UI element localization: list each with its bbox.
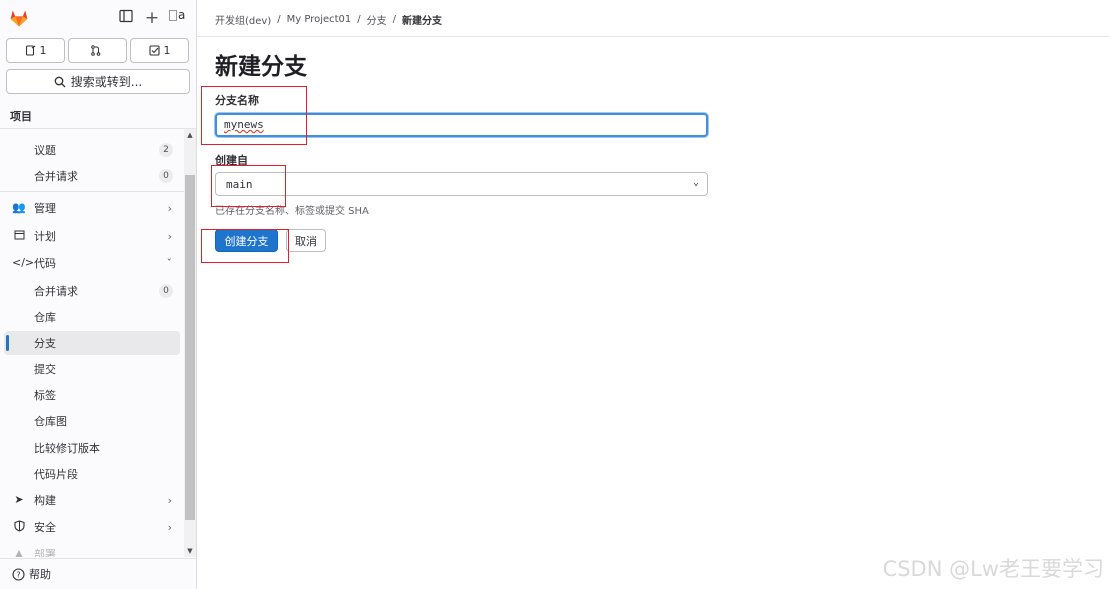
sidebar-item-deploy[interactable]: ▲ 部署 <box>4 542 180 557</box>
sidebar-scrollbar[interactable]: ▲ ▼ <box>184 129 196 557</box>
sidebar-nav[interactable]: 议题 2 合并请求 0 👥 管理 › 计划 › </> 代码 ˇ 合并请求 0 … <box>0 129 196 557</box>
sidebar-top-bar: + a <box>0 0 197 36</box>
chevron-down-icon: ⌄ <box>692 177 699 188</box>
scroll-up-arrow-icon[interactable]: ▲ <box>186 131 194 139</box>
header-divider <box>197 36 1109 37</box>
sidebar-item-build[interactable]: ➤ 构建 › <box>4 488 180 512</box>
search-button[interactable]: 搜索或转到... <box>6 69 190 94</box>
breadcrumb-branches-link[interactable]: 分支 <box>367 12 387 27</box>
scroll-down-arrow-icon[interactable]: ▼ <box>186 547 194 555</box>
breadcrumb-separator: / <box>277 14 281 25</box>
sidebar-toggle-icon[interactable] <box>117 9 135 27</box>
help-icon: ? <box>12 567 25 581</box>
sidebar-item-repository[interactable]: 仓库 <box>4 305 180 329</box>
sidebar-item-label: 提交 <box>34 363 56 376</box>
help-label: 帮助 <box>29 568 51 581</box>
todo-icon <box>148 45 160 56</box>
count-badge: 0 <box>159 169 173 183</box>
sidebar-item-branches[interactable]: 分支 <box>4 331 180 355</box>
sidebar-item-label: 标签 <box>34 389 56 402</box>
sidebar-item-snippets[interactable]: 代码片段 <box>4 462 180 486</box>
sidebar-item-label: 分支 <box>34 337 56 350</box>
chevron-right-icon: › <box>167 493 172 507</box>
calendar-icon <box>12 229 26 243</box>
breadcrumb-current[interactable]: 新建分支 <box>402 12 442 27</box>
gitlab-logo-icon[interactable] <box>9 8 29 28</box>
sidebar-item-code[interactable]: </> 代码 ˇ <box>4 251 180 275</box>
plus-icon[interactable]: + <box>143 9 161 27</box>
sidebar-item-label: 议题 <box>34 144 56 157</box>
scrollbar-thumb[interactable] <box>185 175 195 520</box>
annotation-box-branch-name <box>201 86 307 145</box>
sidebar-item-compare[interactable]: 比较修订版本 <box>4 436 180 460</box>
sidebar-item-label: 合并请求 <box>34 285 78 298</box>
annotation-box-create-button <box>201 229 289 263</box>
sidebar-item-merge-requests[interactable]: 合并请求 0 <box>4 164 180 188</box>
create-from-select[interactable]: main ⌄ <box>215 172 708 196</box>
count-badge: 2 <box>159 143 173 157</box>
breadcrumb-project-link[interactable]: My Project01 <box>287 14 352 25</box>
sidebar-item-label: 管理 <box>34 202 56 215</box>
sidebar-item-label: 合并请求 <box>34 170 78 183</box>
sidebar-item-label: 计划 <box>34 230 56 243</box>
avatar-alt-text: a <box>178 8 186 22</box>
sidebar-item-label: 仓库图 <box>34 415 67 428</box>
sidebar-item-label: 代码 <box>34 257 56 270</box>
sidebar-item-label: 安全 <box>34 521 56 534</box>
sidebar: + a 1 1 搜索或转到... 项目 议题 2 合并请求 0 👥 管理 › 计… <box>0 0 197 589</box>
sidebar-item-label: 代码片段 <box>34 468 78 481</box>
issues-count-button[interactable]: 1 <box>6 38 65 63</box>
rocket-icon: ➤ <box>14 493 24 506</box>
todos-count-button[interactable]: 1 <box>130 38 189 63</box>
sidebar-item-manage[interactable]: 👥 管理 › <box>4 196 180 220</box>
issues-icon <box>25 45 35 56</box>
sidebar-item-plan[interactable]: 计划 › <box>4 224 180 248</box>
search-icon <box>54 76 66 87</box>
chevron-right-icon: › <box>167 229 172 243</box>
breadcrumb-separator: / <box>357 14 361 25</box>
sidebar-item-code-merge-requests[interactable]: 合并请求 0 <box>4 279 180 303</box>
help-button[interactable]: ? 帮助 <box>0 558 196 589</box>
search-label: 搜索或转到... <box>70 75 143 89</box>
avatar[interactable]: a <box>169 8 185 22</box>
breadcrumb: 开发组(dev) / My Project01 / 分支 / 新建分支 <box>215 12 442 27</box>
chevron-down-icon: ˇ <box>166 256 173 270</box>
merge-requests-count-button[interactable] <box>68 38 127 63</box>
app: + a 1 1 搜索或转到... 项目 议题 2 合并请求 0 👥 管理 › 计… <box>0 0 1109 589</box>
sidebar-item-repository-graph[interactable]: 仓库图 <box>4 409 180 433</box>
breadcrumb-group-link[interactable]: 开发组(dev) <box>215 12 271 27</box>
sidebar-counts: 1 1 <box>6 38 189 63</box>
sidebar-item-issues[interactable]: 议题 2 <box>4 138 180 162</box>
todos-count: 1 <box>163 44 171 57</box>
nav-divider <box>0 191 196 192</box>
chevron-right-icon: › <box>167 201 172 215</box>
breadcrumb-separator: / <box>392 14 397 25</box>
count-badge: 0 <box>159 284 173 298</box>
issues-count: 1 <box>39 44 47 57</box>
users-icon: 👥 <box>12 201 26 214</box>
main-content: 开发组(dev) / My Project01 / 分支 / 新建分支 新建分支… <box>197 0 1109 589</box>
svg-text:?: ? <box>16 570 20 579</box>
page-title: 新建分支 <box>215 54 307 80</box>
sidebar-item-tags[interactable]: 标签 <box>4 383 180 407</box>
sidebar-item-secure[interactable]: 安全 › <box>4 515 180 539</box>
chevron-right-icon: › <box>167 520 172 534</box>
sidebar-item-label: 构建 <box>34 494 56 507</box>
annotation-box-create-from <box>211 165 286 207</box>
sidebar-item-label: 部署 <box>34 548 56 557</box>
code-icon: </> <box>12 256 35 269</box>
sidebar-item-label: 仓库 <box>34 311 56 324</box>
deploy-icon: ▲ <box>14 547 24 557</box>
watermark: CSDN @Lw老王要学习 <box>882 557 1104 581</box>
section-title-project: 项目 <box>10 110 32 123</box>
cancel-button[interactable]: 取消 <box>286 229 326 252</box>
sidebar-item-commits[interactable]: 提交 <box>4 357 180 381</box>
merge-request-icon <box>91 45 101 56</box>
sidebar-item-label: 比较修订版本 <box>34 442 100 455</box>
broken-image-icon <box>169 9 177 21</box>
shield-icon <box>12 520 26 534</box>
